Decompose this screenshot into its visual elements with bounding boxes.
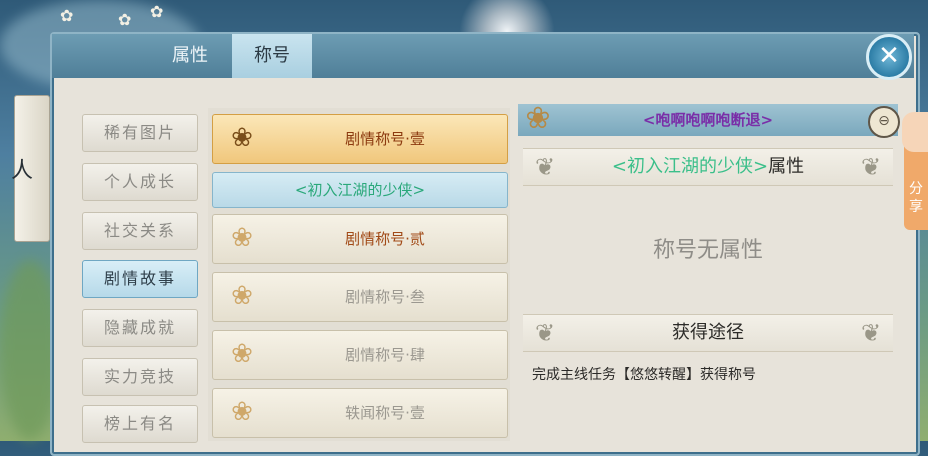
- cloud-scroll-icon: ❦: [860, 153, 882, 181]
- lotus-icon: ❀: [231, 123, 253, 153]
- no-attribute-text: 称号无属性: [652, 238, 763, 263]
- blossom-icon: ✿: [150, 2, 164, 21]
- title-item-label: 剧情称号·肆: [345, 346, 425, 364]
- title-item-anecdote-1[interactable]: ❀ 轶闻称号·壹: [212, 388, 508, 438]
- blossom-icon: ✿: [118, 10, 132, 29]
- close-icon: ✕: [878, 41, 900, 71]
- category-leaderboard[interactable]: 榜上有名: [82, 405, 198, 443]
- character-side-label: 人 物: [7, 95, 50, 242]
- close-button[interactable]: ✕: [866, 34, 912, 80]
- lotus-icon: ❀: [231, 281, 253, 311]
- obtain-section-header: ❦ 获得途径 ❦: [523, 314, 893, 352]
- attribute-title-suffix: 属性: [768, 156, 805, 177]
- side-label-char-1: 人: [7, 157, 32, 180]
- equipped-title-tag: <初入江湖的少侠>: [212, 172, 508, 208]
- cloud-scroll-icon: ❦: [534, 153, 556, 181]
- detail-header: <咆啊咆啊咆断退>: [518, 104, 898, 136]
- title-item-story-2[interactable]: ❀ 剧情称号·贰: [212, 214, 508, 264]
- category-personal-growth[interactable]: 个人成长: [82, 163, 198, 201]
- lotus-icon: ❀: [231, 397, 253, 427]
- lotus-icon: ❀: [525, 101, 551, 136]
- category-rare-images[interactable]: 稀有图片: [82, 114, 198, 152]
- title-item-label: 剧情称号·贰: [345, 230, 425, 248]
- detail-header-text: <咆啊咆啊咆断退>: [642, 111, 774, 129]
- cloud-scroll-icon: ❦: [860, 319, 882, 347]
- title-item-label: 轶闻称号·壹: [345, 404, 425, 422]
- category-competitive[interactable]: 实力竞技: [82, 358, 198, 396]
- cloud-scroll-icon: ❦: [534, 319, 556, 347]
- tab-attributes[interactable]: 属性: [150, 34, 230, 78]
- title-item-label: 剧情称号·叁: [345, 288, 425, 306]
- attribute-title-name: <初入江湖的少侠>: [611, 156, 769, 177]
- obtain-title: 获得途径: [672, 322, 744, 343]
- lock-icon[interactable]: ⊖: [868, 106, 900, 138]
- category-hidden-achievements[interactable]: 隐藏成就: [82, 309, 198, 347]
- lotus-icon: ❀: [231, 223, 253, 253]
- category-story[interactable]: 剧情故事: [82, 260, 198, 298]
- lotus-icon: ❀: [231, 339, 253, 369]
- blossom-icon: ✿: [60, 6, 74, 25]
- category-social[interactable]: 社交关系: [82, 212, 198, 250]
- attribute-section-header: ❦ <初入江湖的少侠>属性 ❦: [523, 148, 893, 186]
- title-item-label: 剧情称号·壹: [345, 130, 425, 148]
- title-item-story-3[interactable]: ❀ 剧情称号·叁: [212, 272, 508, 322]
- title-item-story-1[interactable]: ❀ 剧情称号·壹: [212, 114, 508, 164]
- avatar: [902, 112, 928, 152]
- tab-titles[interactable]: 称号: [232, 34, 312, 78]
- obtain-description: 完成主线任务【悠悠转醒】获得称号: [532, 367, 756, 383]
- title-item-story-4[interactable]: ❀ 剧情称号·肆: [212, 330, 508, 380]
